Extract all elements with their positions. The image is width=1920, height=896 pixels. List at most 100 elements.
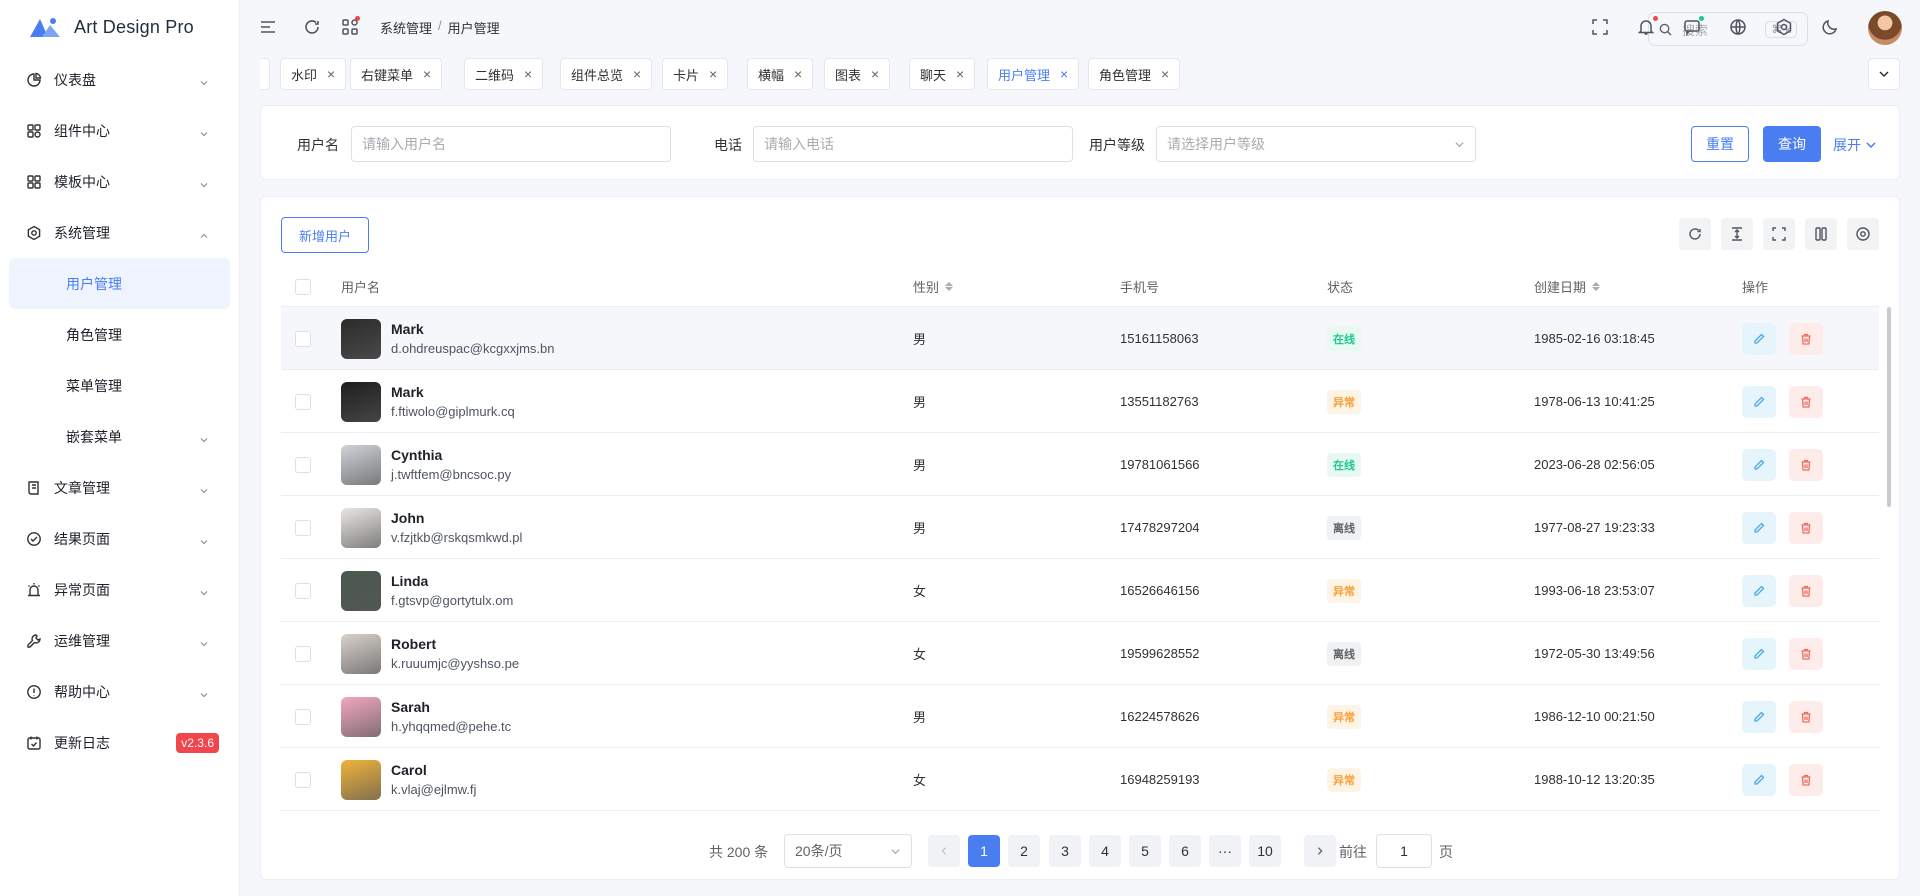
select-all-checkbox[interactable]: [295, 278, 311, 295]
settings-icon[interactable]: [1774, 17, 1794, 37]
tab-item[interactable]: 二维码 ×: [464, 58, 544, 90]
close-icon[interactable]: ×: [709, 66, 717, 82]
menu-fold-icon[interactable]: [258, 17, 278, 37]
delete-button[interactable]: [1789, 385, 1823, 418]
sidebar-item[interactable]: 嵌套菜单: [0, 411, 239, 462]
sidebar-item[interactable]: 系统管理: [0, 207, 239, 258]
username-label: 用户名: [297, 137, 339, 153]
edit-button[interactable]: [1742, 511, 1776, 544]
goto-page-input[interactable]: 1: [1376, 834, 1432, 868]
tab-item[interactable]: 角色管理 ×: [1088, 58, 1181, 90]
page-button[interactable]: 4: [1089, 835, 1121, 867]
edit-button[interactable]: [1742, 700, 1776, 733]
page-button[interactable]: 3: [1049, 835, 1081, 867]
page-button[interactable]: 1: [968, 835, 1000, 867]
row-checkbox[interactable]: [295, 771, 311, 788]
sidebar-item[interactable]: 文章管理: [0, 462, 239, 513]
delete-button[interactable]: [1789, 511, 1823, 544]
page-button[interactable]: 10: [1249, 835, 1281, 867]
tabs-menu-button[interactable]: [1868, 58, 1900, 90]
row-checkbox[interactable]: [295, 645, 311, 662]
edit-button[interactable]: [1742, 448, 1776, 481]
query-button[interactable]: 查询: [1763, 126, 1821, 162]
sidebar-item[interactable]: 仪表盘: [0, 54, 239, 105]
column-gender[interactable]: 性别: [913, 277, 954, 296]
more-pages-button[interactable]: ···: [1209, 835, 1241, 867]
reset-button[interactable]: 重置: [1691, 126, 1749, 162]
moon-icon[interactable]: [1820, 17, 1840, 37]
refresh-icon[interactable]: [302, 17, 322, 37]
sidebar-item[interactable]: 角色管理: [0, 309, 239, 360]
close-icon[interactable]: ×: [1060, 66, 1068, 82]
globe-icon[interactable]: [1728, 17, 1748, 37]
close-icon[interactable]: ×: [871, 66, 879, 82]
prev-page-button[interactable]: [928, 835, 960, 867]
sidebar-item[interactable]: 用户管理: [9, 258, 230, 309]
close-icon[interactable]: ×: [633, 66, 641, 82]
pagination-total: 共 200 条: [709, 844, 769, 860]
tab-item[interactable]: 卡片 ×: [662, 58, 729, 90]
edit-button[interactable]: [1742, 763, 1776, 796]
table-density-button[interactable]: [1721, 218, 1753, 250]
close-icon[interactable]: ×: [327, 66, 335, 82]
row-checkbox[interactable]: [295, 708, 311, 725]
tab-item[interactable]: 用户管理 ×: [987, 58, 1080, 90]
sidebar-item[interactable]: 组件中心: [0, 105, 239, 156]
tab-item[interactable]: 聊天 ×: [909, 58, 976, 90]
delete-button[interactable]: [1789, 322, 1823, 355]
close-icon[interactable]: ×: [524, 66, 532, 82]
sidebar-item[interactable]: 帮助中心: [0, 666, 239, 717]
fullscreen-icon[interactable]: [1590, 17, 1610, 37]
sidebar-item[interactable]: 更新日志 v2.3.6: [0, 717, 239, 768]
row-checkbox[interactable]: [295, 456, 311, 473]
close-icon[interactable]: ×: [423, 66, 431, 82]
tab-item[interactable]: 右键菜单 ×: [350, 58, 443, 90]
tab-item[interactable]: 图表 ×: [824, 58, 891, 90]
row-checkbox[interactable]: [295, 519, 311, 536]
add-user-button[interactable]: 新增用户: [281, 217, 369, 253]
page-button[interactable]: 6: [1169, 835, 1201, 867]
row-checkbox[interactable]: [295, 393, 311, 410]
edit-button[interactable]: [1742, 322, 1776, 355]
edit-button[interactable]: [1742, 574, 1776, 607]
page-size-select[interactable]: 20条/页: [784, 834, 912, 868]
table-fullscreen-button[interactable]: [1763, 218, 1795, 250]
sidebar-item[interactable]: 模板中心: [0, 156, 239, 207]
table-settings-button[interactable]: [1847, 218, 1879, 250]
delete-button[interactable]: [1789, 637, 1823, 670]
tab-item[interactable]: 组件总览 ×: [560, 58, 653, 90]
row-checkbox[interactable]: [295, 582, 311, 599]
page-button[interactable]: 5: [1129, 835, 1161, 867]
table-columns-button[interactable]: [1805, 218, 1837, 250]
next-page-button[interactable]: [1304, 835, 1336, 867]
breadcrumb-item[interactable]: 系统管理: [380, 18, 432, 37]
sidebar-item[interactable]: 结果页面: [0, 513, 239, 564]
column-created[interactable]: 创建日期: [1534, 277, 1601, 296]
delete-button[interactable]: [1789, 574, 1823, 607]
level-select[interactable]: 请选择用户等级: [1156, 126, 1476, 162]
close-icon[interactable]: ×: [956, 66, 964, 82]
phone-input[interactable]: 请输入电话: [753, 126, 1073, 162]
delete-button[interactable]: [1789, 448, 1823, 481]
expand-toggle[interactable]: 展开: [1833, 135, 1877, 155]
logo[interactable]: Art Design Pro: [0, 0, 239, 54]
tab-item[interactable]: 横幅 ×: [747, 58, 814, 90]
close-icon[interactable]: ×: [794, 66, 802, 82]
delete-button[interactable]: [1789, 700, 1823, 733]
table-scrollbar[interactable]: [1887, 307, 1891, 507]
sidebar-item[interactable]: 异常页面: [0, 564, 239, 615]
edit-button[interactable]: [1742, 385, 1776, 418]
sidebar-item[interactable]: 运维管理: [0, 615, 239, 666]
row-checkbox[interactable]: [295, 330, 311, 347]
tab-item[interactable]: 水印 ×: [280, 58, 347, 90]
close-icon[interactable]: ×: [1161, 66, 1169, 82]
breadcrumb-item: 用户管理: [447, 21, 500, 36]
table-refresh-button[interactable]: [1679, 218, 1711, 250]
page-button[interactable]: 2: [1008, 835, 1040, 867]
delete-button[interactable]: [1789, 763, 1823, 796]
user-avatar[interactable]: [1868, 11, 1902, 45]
edit-button[interactable]: [1742, 637, 1776, 670]
username-input[interactable]: 请输入用户名: [351, 126, 671, 162]
tab-scroll-left[interactable]: [260, 58, 270, 90]
sidebar-item[interactable]: 菜单管理: [0, 360, 239, 411]
